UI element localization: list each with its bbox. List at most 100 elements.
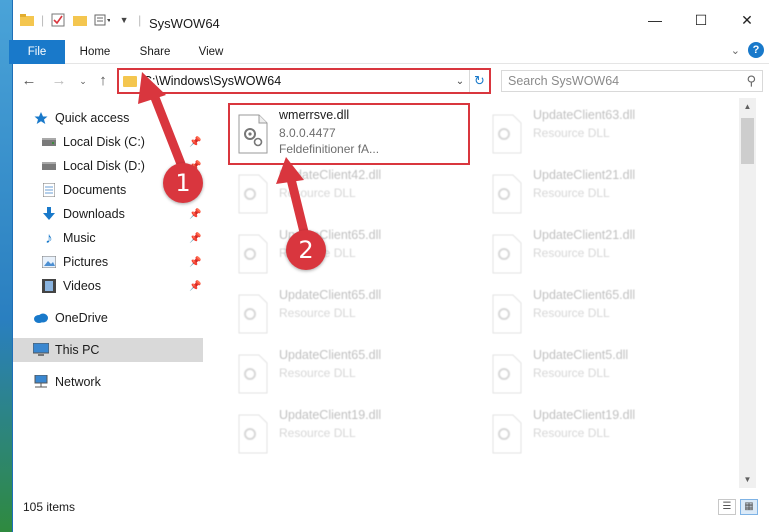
search-icon[interactable]: ⚲ [746, 73, 756, 89]
file-item-wmerrsve[interactable]: wmerrsve.dll 8.0.0.4477 Feldefinitioner … [228, 103, 470, 165]
pin-icon: 📌 [189, 232, 202, 244]
file-item[interactable]: UpdateClient63.dll Resource DLL [485, 106, 721, 162]
up-button[interactable]: ↑ [93, 71, 113, 91]
dll-file-icon [491, 174, 523, 214]
file-name: UpdateClient65.dll [279, 348, 382, 362]
sidebar-item-pictures[interactable]: Pictures 📌 [13, 250, 203, 274]
refresh-button[interactable]: ↻ [469, 70, 489, 92]
sidebar-item-label: Documents [63, 183, 127, 197]
download-icon [41, 206, 57, 222]
chevron-down-icon[interactable]: ▼ [116, 12, 132, 28]
toolbar-separator: | [41, 13, 45, 27]
navigation-pane: Quick access Local Disk (C:) 📌 Local Dis… [13, 98, 209, 488]
file-item[interactable]: UpdateClient65.dll Resource DLL [231, 226, 467, 282]
sidebar-item-label: Quick access [55, 111, 130, 125]
pin-icon: 📌 [189, 256, 202, 268]
tab-share[interactable]: Share [131, 40, 179, 64]
search-placeholder: Search SysWOW64 [508, 74, 620, 88]
new-folder-icon[interactable] [72, 12, 88, 28]
file-name: UpdateClient65.dll [279, 288, 382, 302]
sidebar-item-label: Downloads [63, 207, 125, 221]
close-button[interactable]: ✕ [724, 0, 769, 40]
file-type: Resource DLL [533, 126, 610, 140]
file-type: Resource DLL [533, 366, 610, 380]
file-name: UpdateClient19.dll [533, 408, 636, 422]
sidebar-item-quick-access[interactable]: Quick access [13, 106, 203, 130]
details-view-icon[interactable]: ☰ [718, 499, 736, 515]
file-name: UpdateClient21.dll [533, 228, 636, 242]
scroll-down-icon[interactable]: ▼ [739, 471, 756, 488]
videos-icon [41, 278, 57, 294]
dll-file-icon [237, 354, 269, 394]
status-bar: 105 items ☰ ▦ [13, 496, 769, 518]
file-item[interactable]: UpdateClient42.dll Resource DLL [231, 166, 467, 222]
computer-icon [33, 342, 49, 358]
file-name: UpdateClient63.dll [533, 108, 636, 122]
sidebar-item-downloads[interactable]: Downloads 📌 [13, 202, 203, 226]
file-item[interactable]: UpdateClient19.dll Resource DLL [485, 406, 721, 462]
file-type: Resource DLL [279, 186, 356, 200]
sidebar-item-label: Music [63, 231, 96, 245]
file-type: Resource DLL [533, 186, 610, 200]
tab-home[interactable]: Home [71, 40, 119, 64]
file-list: wmerrsve.dll 8.0.0.4477 Feldefinitioner … [209, 98, 739, 488]
dll-file-icon [491, 114, 523, 154]
sidebar-item-label: Local Disk (D:) [63, 159, 145, 173]
tab-view[interactable]: View [189, 40, 233, 64]
dll-file-icon [491, 414, 523, 454]
sidebar-item-local-disk-c[interactable]: Local Disk (C:) 📌 [13, 130, 203, 154]
sidebar-item-label: Network [55, 375, 101, 389]
pin-icon: 📌 [189, 136, 202, 148]
file-item[interactable]: UpdateClient65.dll Resource DLL [231, 346, 467, 402]
file-item[interactable]: UpdateClient65.dll Resource DLL [231, 286, 467, 342]
forward-button[interactable]: → [49, 71, 69, 91]
sidebar-item-label: Pictures [63, 255, 109, 269]
window-title: SysWOW64 [149, 16, 220, 31]
scroll-thumb[interactable] [741, 118, 754, 164]
callout-badge-2: 2 [286, 230, 326, 270]
scroll-up-icon[interactable]: ▲ [739, 98, 756, 115]
dll-file-icon [237, 234, 269, 274]
recent-locations-button[interactable]: ⌄ [73, 71, 93, 91]
tab-file[interactable]: File [9, 40, 65, 64]
sidebar-item-music[interactable]: ♪ Music 📌 [13, 226, 203, 250]
folder-icon [123, 75, 137, 87]
sidebar-item-label: Local Disk (C:) [63, 135, 145, 149]
tiles-view-icon[interactable]: ▦ [740, 499, 758, 515]
back-button[interactable]: ← [19, 71, 39, 91]
toolbar-separator: | [138, 13, 142, 27]
file-item[interactable]: UpdateClient21.dll Resource DLL [485, 226, 721, 282]
sidebar-item-videos[interactable]: Videos 📌 [13, 274, 203, 298]
address-path[interactable]: C:\Windows\SysWOW64 [143, 74, 451, 88]
pin-icon: 📌 [189, 208, 202, 220]
file-item[interactable]: UpdateClient5.dll Resource DLL [485, 346, 721, 402]
file-item[interactable]: UpdateClient19.dll Resource DLL [231, 406, 467, 462]
file-type: Resource DLL [533, 426, 610, 440]
quick-access-toolbar: | ▼ | [19, 12, 141, 28]
search-box[interactable]: Search SysWOW64 ⚲ [501, 70, 763, 92]
sidebar-item-this-pc[interactable]: This PC [13, 338, 203, 362]
maximize-button[interactable]: ☐ [678, 0, 724, 40]
sidebar-item-onedrive[interactable]: OneDrive [13, 306, 203, 330]
sidebar-item-network[interactable]: Network [13, 370, 203, 394]
file-type: Resource DLL [533, 246, 610, 260]
dll-file-icon [237, 114, 269, 154]
folder-icon[interactable] [19, 12, 35, 28]
properties-icon[interactable] [50, 12, 66, 28]
network-icon [33, 374, 49, 390]
customize-toolbar-icon[interactable] [94, 12, 111, 28]
file-name: UpdateClient65.dll [533, 288, 636, 302]
expand-ribbon-icon[interactable]: ⌄ [731, 44, 740, 57]
minimize-button[interactable]: — [632, 0, 678, 40]
file-item[interactable]: UpdateClient65.dll Resource DLL [485, 286, 721, 342]
file-explorer-window: | ▼ | SysWOW64 — ☐ ✕ File Home Share Vie… [9, 0, 769, 532]
sidebar-item-label: This PC [55, 343, 100, 357]
vertical-scrollbar[interactable]: ▲ ▼ [739, 98, 756, 488]
address-bar[interactable]: C:\Windows\SysWOW64 ⌄ ↻ [117, 68, 491, 94]
file-item[interactable]: UpdateClient21.dll Resource DLL [485, 166, 721, 222]
file-name: UpdateClient42.dll [279, 168, 382, 182]
dll-file-icon [237, 414, 269, 454]
chevron-down-icon[interactable]: ⌄ [451, 76, 469, 87]
help-icon[interactable]: ? [748, 42, 764, 58]
ribbon-right-controls: ⌄ ? [731, 42, 764, 58]
